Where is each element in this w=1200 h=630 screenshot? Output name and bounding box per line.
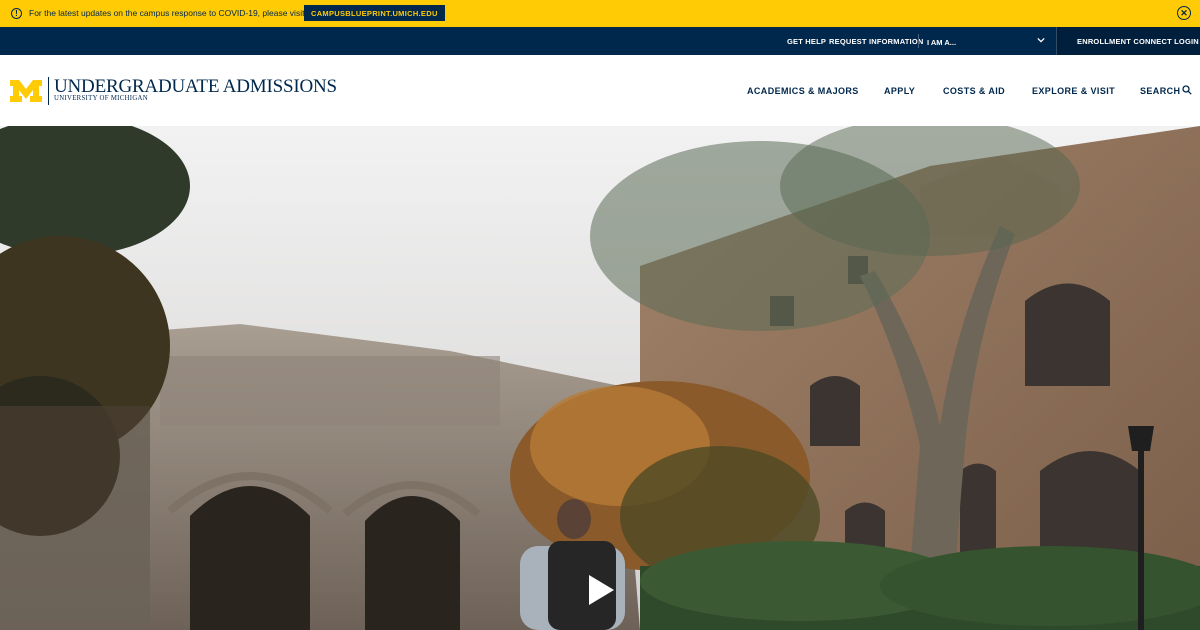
campus-blueprint-link[interactable]: CAMPUSBLUEPRINT.UMICH.EDU	[304, 5, 445, 21]
nav-explore-visit[interactable]: EXPLORE & VISIT	[1032, 86, 1115, 96]
search-icon[interactable]	[1182, 85, 1192, 95]
chevron-down-icon	[1037, 37, 1045, 43]
close-icon[interactable]: ✕	[1177, 6, 1191, 20]
nav-costs-aid[interactable]: COSTS & AID	[943, 86, 1005, 96]
i-am-a-label: I AM A...	[927, 38, 957, 47]
logo-divider	[48, 77, 49, 105]
request-information-link[interactable]: REQUEST INFORMATION	[829, 37, 924, 46]
i-am-a-dropdown[interactable]: I AM A...	[919, 28, 1055, 55]
play-icon[interactable]	[587, 574, 615, 606]
alert-banner: ! For the latest updates on the campus r…	[0, 0, 1200, 27]
get-help-link[interactable]: GET HELP	[787, 37, 826, 46]
site-subtitle: UNIVERSITY OF MICHIGAN	[54, 95, 148, 102]
nav-search[interactable]: SEARCH	[1140, 86, 1180, 96]
main-header: UNDERGRADUATE ADMISSIONS UNIVERSITY OF M…	[0, 55, 1200, 126]
hero-video[interactable]	[0, 126, 1200, 630]
nav-academics-majors[interactable]: ACADEMICS & MAJORS	[747, 86, 859, 96]
campus-scene-image	[0, 126, 1200, 630]
enrollment-connect-label: ENROLLMENT CONNECT LOGIN	[1077, 37, 1199, 46]
info-icon: !	[11, 8, 22, 19]
block-m-logo[interactable]	[10, 80, 42, 102]
enrollment-connect-login-button[interactable]: ENROLLMENT CONNECT LOGIN	[1056, 27, 1200, 55]
nav-apply[interactable]: APPLY	[884, 86, 915, 96]
alert-text: For the latest updates on the campus res…	[29, 8, 305, 18]
